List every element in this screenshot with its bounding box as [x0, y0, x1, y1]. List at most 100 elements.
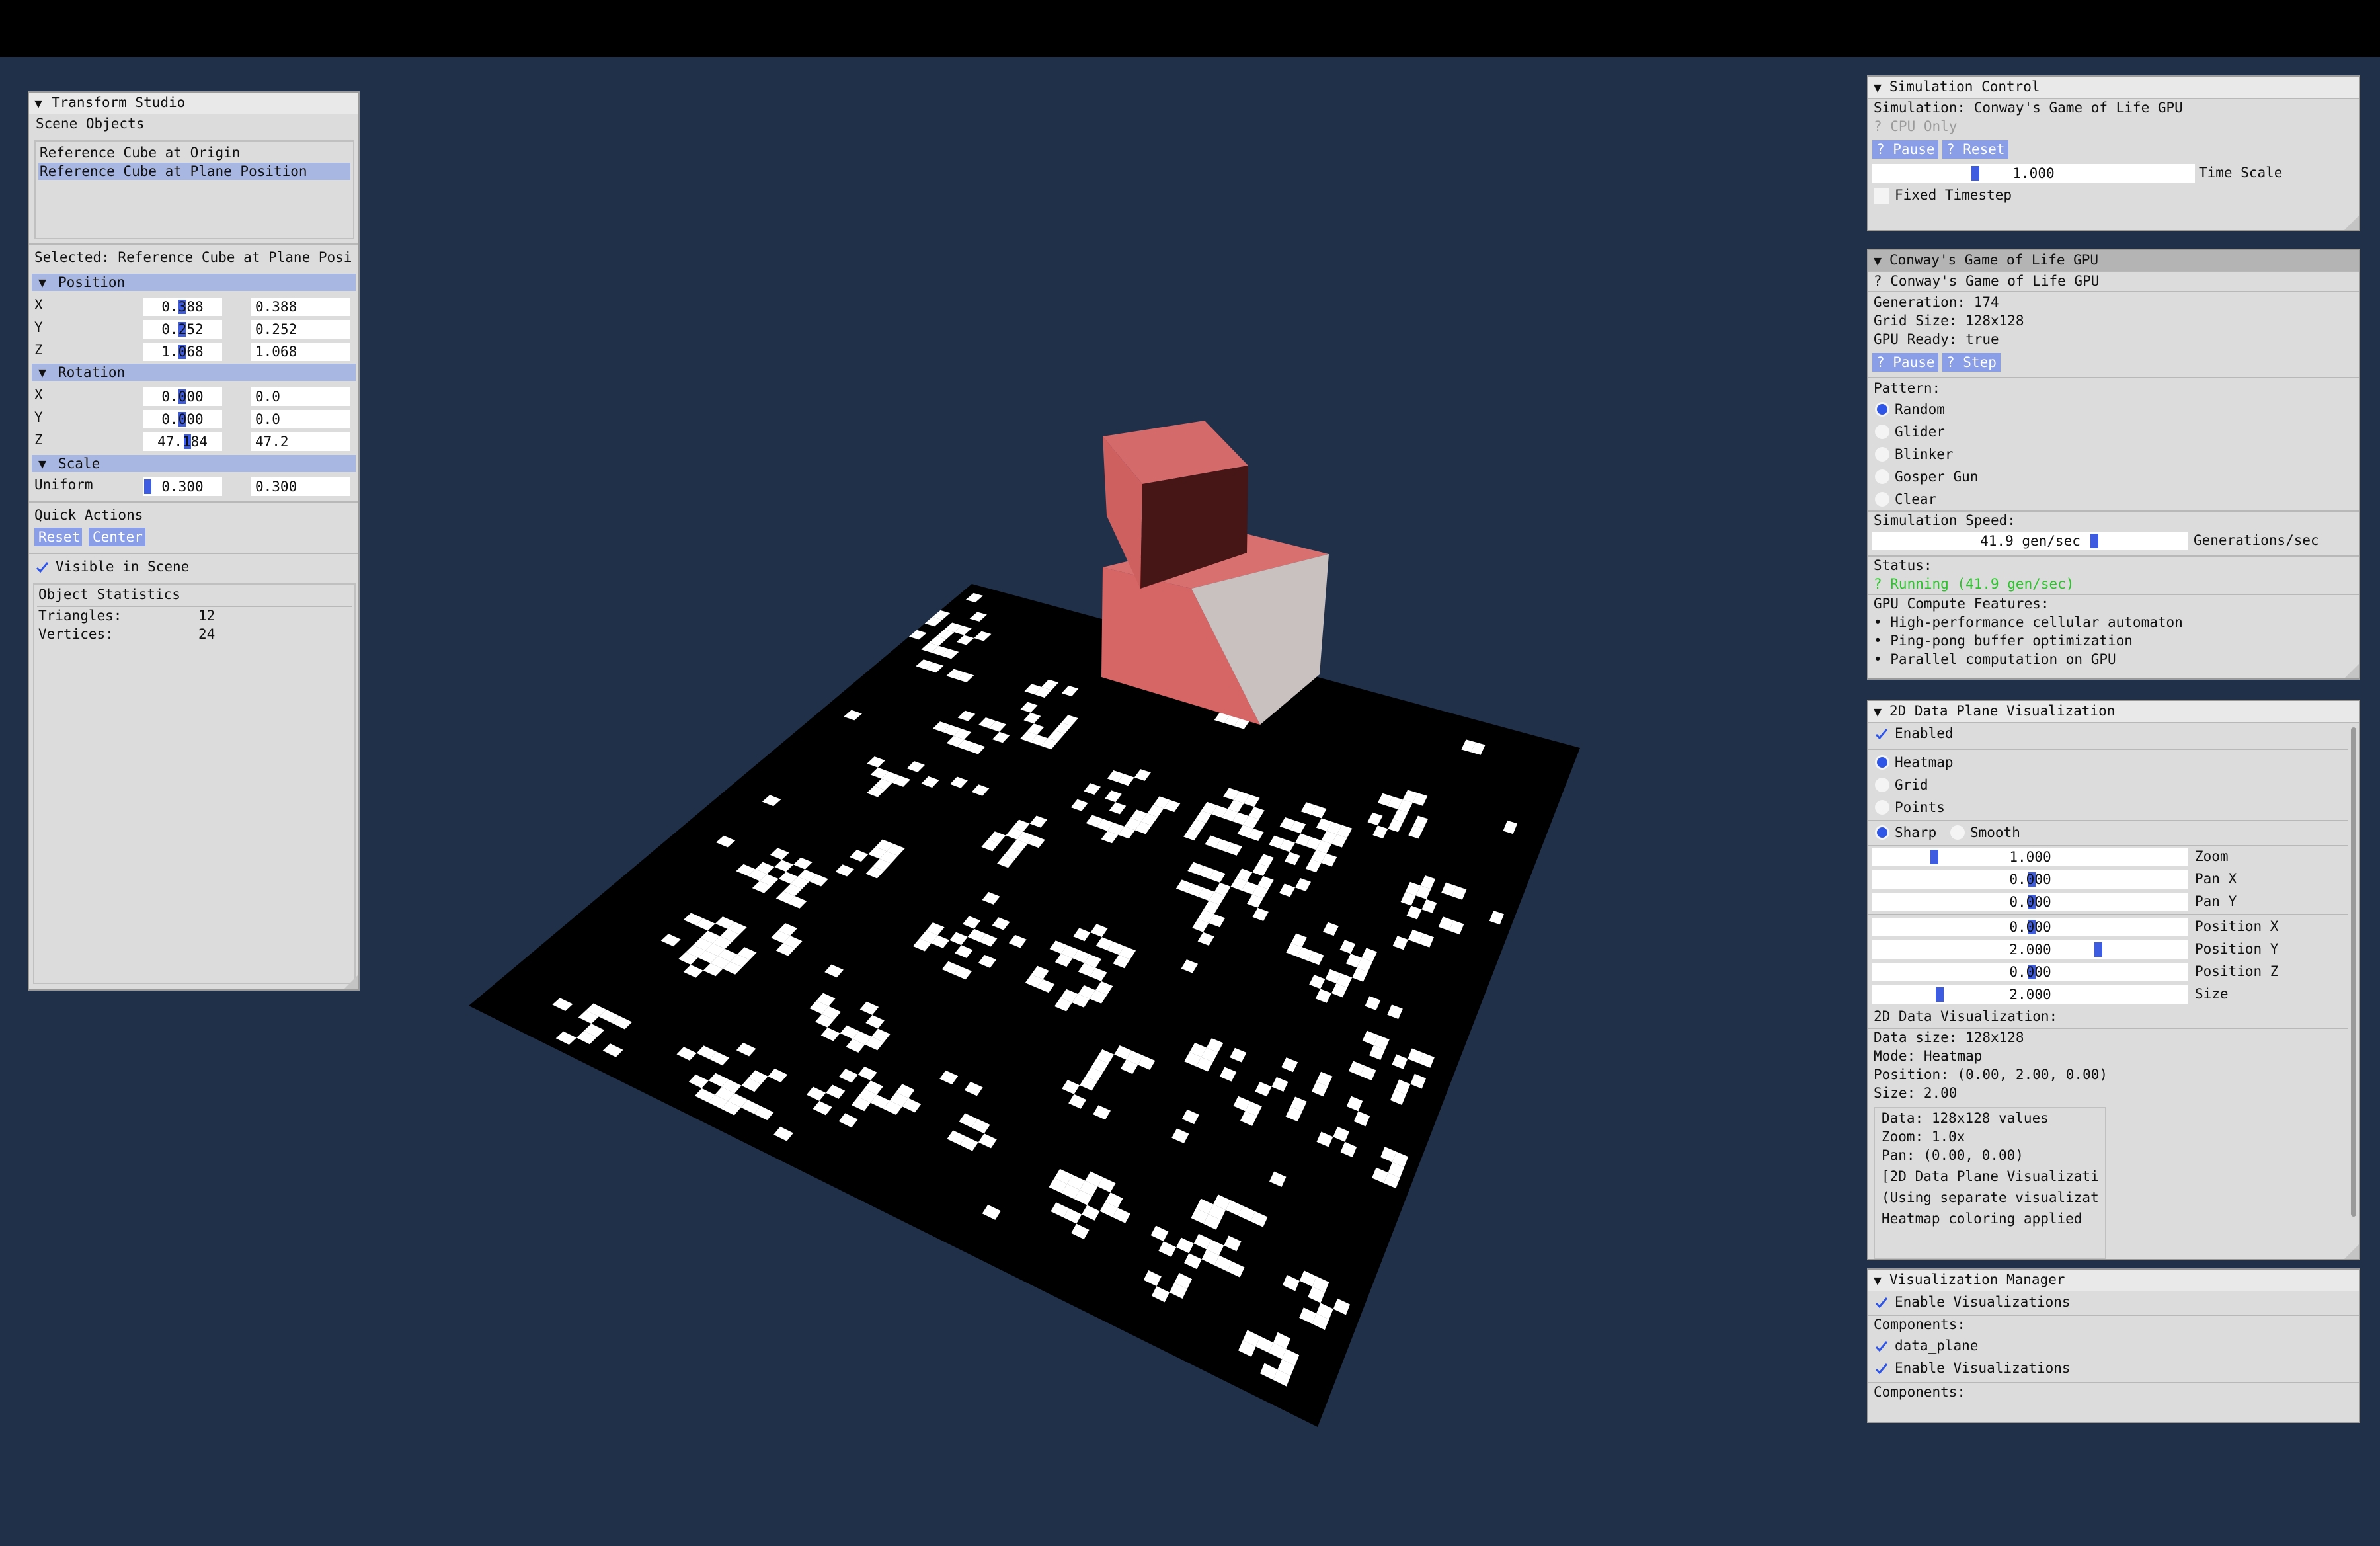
radio-smooth[interactable]: [1950, 825, 1965, 840]
drag-value: 1.068: [161, 344, 204, 360]
radio-clear[interactable]: [1875, 492, 1889, 507]
section-title: Scale: [58, 456, 100, 471]
slider-value: 0.000: [2009, 894, 2051, 910]
feature-item: • Ping-pong buffer optimization: [1874, 633, 2133, 649]
rotation-header[interactable]: ▼ Rotation: [32, 364, 356, 381]
radio-random[interactable]: [1875, 402, 1889, 417]
rotation-z-drag[interactable]: 47.184: [143, 432, 222, 451]
reset-button[interactable]: Reset: [34, 528, 82, 546]
slider-value: 41.9 gen/sec: [1980, 533, 2081, 549]
resize-grip[interactable]: [2344, 216, 2359, 230]
radio-sharp[interactable]: [1875, 825, 1889, 840]
slider-label: Pan X: [2195, 871, 2237, 887]
info-line: Mode: Heatmap: [1874, 1048, 1983, 1064]
axis-label: X: [34, 297, 43, 313]
radio-glider[interactable]: [1875, 425, 1889, 439]
position-x-input[interactable]: 0.388: [251, 298, 350, 316]
rotation-z-input[interactable]: 47.2: [251, 432, 350, 451]
collapse-arrow-icon[interactable]: ▼: [1874, 253, 1882, 268]
input-value: 0.0: [255, 389, 280, 405]
list-item-selected[interactable]: Reference Cube at Plane Position: [38, 163, 350, 180]
scene-objects-list[interactable]: Reference Cube at Origin Reference Cube …: [34, 140, 354, 239]
data-plane-checkbox[interactable]: [1874, 1338, 1889, 1354]
collapse-arrow-icon[interactable]: ▼: [38, 364, 46, 380]
checkmark-icon: [36, 562, 49, 573]
panel-titlebar[interactable]: ▼ Transform Studio: [29, 93, 358, 114]
radio-heatmap[interactable]: [1875, 755, 1889, 770]
collapse-arrow-icon[interactable]: ▼: [38, 274, 46, 290]
panel-titlebar[interactable]: ▼ Simulation Control: [1868, 77, 2359, 99]
step-button[interactable]: ? Step: [1942, 353, 2001, 372]
axis-label: Z: [34, 342, 43, 358]
position-z-drag[interactable]: 1.068: [143, 343, 222, 361]
pan-x-slider[interactable]: 0.000: [1872, 870, 2188, 889]
components-label: Components:: [1874, 1384, 1966, 1400]
position-x-slider[interactable]: 0.000: [1872, 918, 2188, 936]
panel-titlebar[interactable]: ▼ Visualization Manager: [1868, 1270, 2359, 1291]
slider-value: 2.000: [2009, 942, 2051, 957]
scale-uniform-drag[interactable]: 0.300: [143, 477, 222, 496]
enable-visualizations-checkbox[interactable]: [1874, 1295, 1889, 1311]
pause-button[interactable]: ? Pause: [1872, 140, 1938, 159]
collapse-arrow-icon[interactable]: ▼: [38, 456, 46, 471]
collapse-arrow-icon[interactable]: ▼: [1874, 1272, 1882, 1288]
position-z-slider[interactable]: 0.000: [1872, 963, 2188, 981]
enabled-checkbox[interactable]: [1874, 726, 1889, 742]
button-label: ? Pause: [1876, 354, 1935, 370]
radio-gosper-gun[interactable]: [1875, 469, 1889, 484]
position-y-drag[interactable]: 0.252: [143, 320, 222, 339]
time-scale-slider[interactable]: 1.000: [1872, 164, 2195, 183]
rotation-y-input[interactable]: 0.0: [251, 410, 350, 428]
rotation-x-input[interactable]: 0.0: [251, 387, 350, 406]
position-header[interactable]: ▼ Position: [32, 274, 356, 291]
radio-points[interactable]: [1875, 800, 1889, 815]
info-line: Size: 2.00: [1874, 1085, 1958, 1101]
center-button[interactable]: Center: [89, 528, 145, 546]
info-title: 2D Data Visualization:: [1874, 1008, 2058, 1024]
checkmark-icon: [1875, 1341, 1888, 1352]
size-slider[interactable]: 2.000: [1872, 985, 2188, 1004]
position-z-input[interactable]: 1.068: [251, 343, 350, 361]
cpu-only-label: ? CPU Only: [1874, 118, 1958, 134]
zoom-slider[interactable]: 1.000: [1872, 848, 2188, 866]
speed-unit-label: Generations/sec: [2194, 532, 2319, 548]
reset-button[interactable]: ? Reset: [1942, 140, 2008, 159]
collapse-arrow-icon[interactable]: ▼: [34, 95, 42, 111]
scale-header[interactable]: ▼ Scale: [32, 455, 356, 472]
position-x-drag[interactable]: 0.388: [143, 298, 222, 316]
list-item[interactable]: Reference Cube at Origin: [40, 144, 240, 161]
fixed-timestep-checkbox[interactable]: [1874, 188, 1889, 204]
radio-blinker[interactable]: [1875, 447, 1889, 462]
component-enable-checkbox[interactable]: [1874, 1361, 1889, 1377]
log-box[interactable]: Data: 128x128 values Zoom: 1.0x Pan: (0.…: [1874, 1107, 2106, 1259]
input-value: 1.068: [255, 344, 298, 360]
pause-button[interactable]: ? Pause: [1872, 353, 1938, 372]
slider-label: Position Z: [2195, 963, 2279, 979]
scale-uniform-input[interactable]: 0.300: [251, 477, 350, 496]
panel-scrollbar[interactable]: [2351, 727, 2356, 1217]
radio-grid[interactable]: [1875, 778, 1889, 792]
visible-checkbox[interactable]: [34, 559, 50, 575]
collapse-arrow-icon[interactable]: ▼: [1874, 704, 1882, 719]
gpu-ready-label: GPU Ready: true: [1874, 331, 1999, 347]
position-y-input[interactable]: 0.252: [251, 320, 350, 339]
button-label: Center: [93, 529, 143, 545]
rotation-x-drag[interactable]: 0.000: [143, 387, 222, 406]
rotation-y-drag[interactable]: 0.000: [143, 410, 222, 428]
panel-title: Transform Studio: [52, 95, 186, 110]
resize-grip[interactable]: [344, 975, 358, 989]
radio-label: Grid: [1895, 777, 1928, 793]
panel-title: Conway's Game of Life GPU: [1889, 252, 2099, 268]
panel-titlebar[interactable]: ▼ 2D Data Plane Visualization: [1868, 701, 2359, 723]
resize-grip[interactable]: [2344, 664, 2359, 678]
pan-y-slider[interactable]: 0.000: [1872, 893, 2188, 911]
position-y-slider[interactable]: 2.000: [1872, 940, 2188, 959]
simulation-speed-slider[interactable]: 41.9 gen/sec: [1872, 532, 2188, 550]
log-line: Data: 128x128 values: [1882, 1110, 2049, 1126]
triangles-value: 12: [198, 608, 216, 624]
collapse-arrow-icon[interactable]: ▼: [1874, 79, 1882, 95]
selected-label: Selected: Reference Cube at Plane Posi: [34, 249, 352, 265]
panel-titlebar[interactable]: ▼ Conway's Game of Life GPU: [1868, 250, 2359, 272]
resize-grip[interactable]: [2344, 1244, 2359, 1259]
components-label: Components:: [1874, 1317, 1966, 1332]
